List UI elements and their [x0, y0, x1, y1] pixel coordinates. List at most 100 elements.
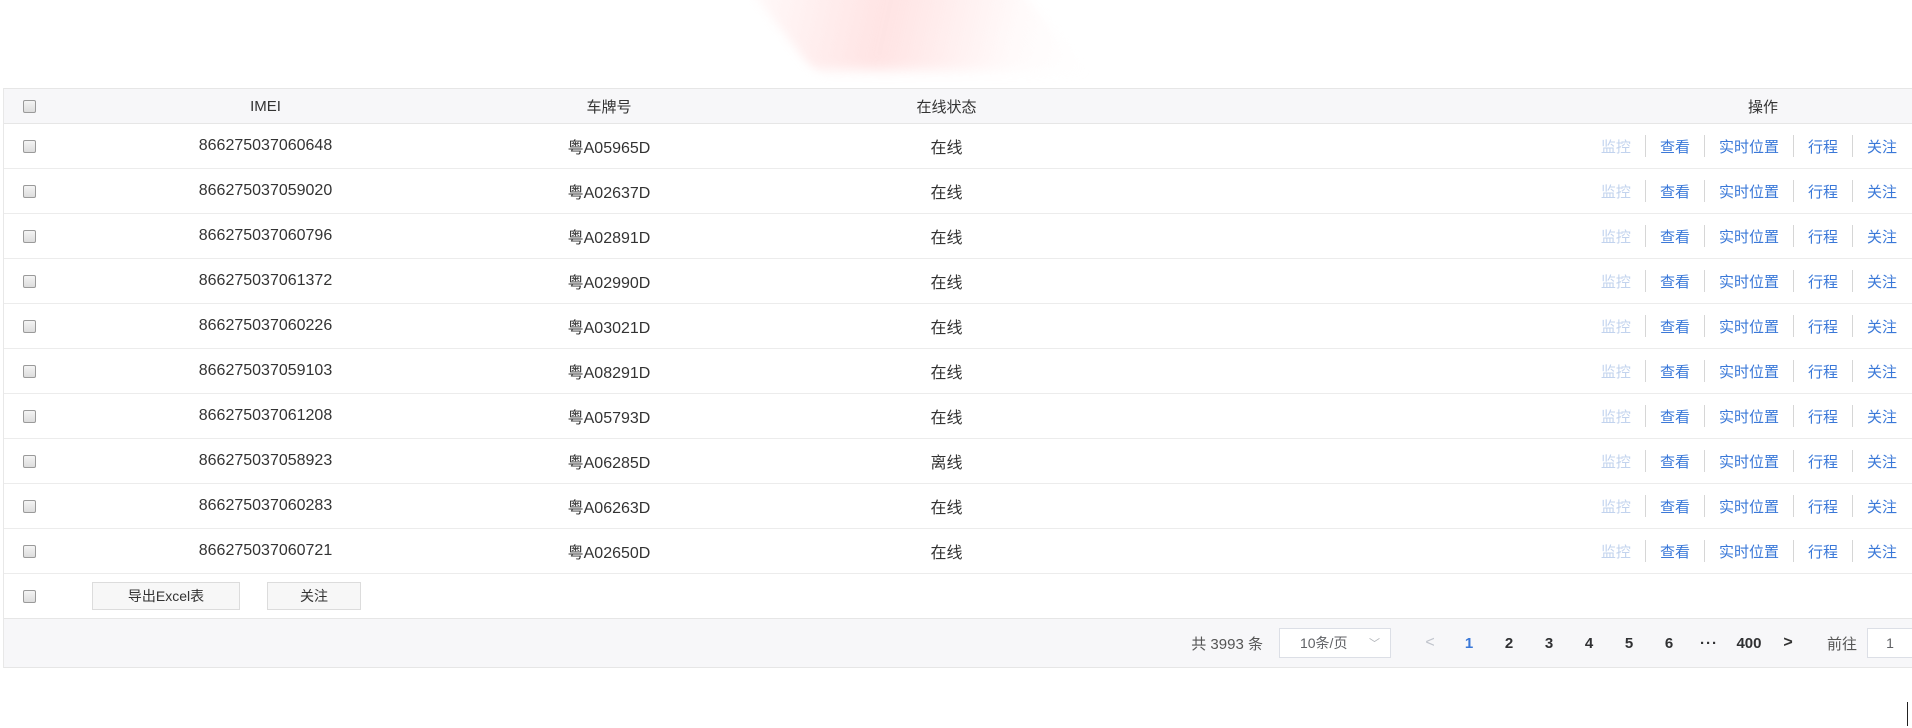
follow-link[interactable]: 关注	[1853, 136, 1901, 157]
row-checkbox[interactable]	[22, 364, 36, 378]
view-link[interactable]: 查看	[1646, 316, 1704, 337]
cell-status: 在线	[930, 320, 963, 337]
cell-imei: 866275037059103	[198, 362, 333, 379]
table-body: 866275037060648 粤A05965D 在线 监控 查看 实时位置 行程 关注 866…	[4, 124, 1912, 574]
monitor-link: 监控	[1600, 228, 1631, 246]
row-actions: 监控 查看 实时位置 行程 关注	[1587, 450, 1901, 472]
table-row: 866275037061208 粤A05793D 在线 监控 查看 实时位置 行程 关注	[4, 394, 1912, 439]
follow-link[interactable]: 关注	[1853, 451, 1901, 472]
page-number[interactable]: 2	[1489, 635, 1529, 652]
table-row: 866275037060796 粤A02891D 在线 监控 查看 实时位置 行程 关注	[4, 214, 1912, 259]
cell-imei: 866275037058923	[198, 452, 333, 469]
realtime-location-link[interactable]: 实时位置	[1705, 451, 1793, 472]
follow-link[interactable]: 关注	[1853, 181, 1901, 202]
monitor-link: 监控	[1600, 183, 1631, 201]
row-checkbox[interactable]	[22, 184, 36, 198]
trip-link[interactable]: 行程	[1794, 181, 1852, 202]
realtime-location-link[interactable]: 实时位置	[1705, 361, 1793, 382]
realtime-location-link[interactable]: 实时位置	[1705, 226, 1793, 247]
row-checkbox[interactable]	[22, 544, 36, 558]
realtime-location-link[interactable]: 实时位置	[1705, 136, 1793, 157]
follow-link[interactable]: 关注	[1853, 361, 1901, 382]
row-checkbox[interactable]	[22, 139, 36, 153]
trip-link[interactable]: 行程	[1794, 136, 1852, 157]
cell-imei: 866275037059020	[198, 182, 333, 199]
footer-select-all-checkbox[interactable]	[22, 589, 36, 603]
follow-link[interactable]: 关注	[1853, 541, 1901, 562]
realtime-location-link[interactable]: 实时位置	[1705, 316, 1793, 337]
realtime-location-link[interactable]: 实时位置	[1705, 181, 1793, 202]
page-number[interactable]: 6	[1649, 635, 1689, 652]
chevron-right-icon[interactable]: >	[1777, 634, 1799, 652]
cell-imei: 866275037061208	[198, 407, 333, 424]
follow-link[interactable]: 关注	[1853, 496, 1901, 517]
view-link[interactable]: 查看	[1646, 496, 1704, 517]
follow-button[interactable]: 关注	[267, 582, 361, 610]
trip-link[interactable]: 行程	[1794, 226, 1852, 247]
follow-link[interactable]: 关注	[1853, 226, 1901, 247]
total-count: 共 3993 条	[1191, 635, 1263, 653]
page-more[interactable]: ···	[1689, 635, 1729, 652]
table-header: IMEI 车牌号 在线状态 操作	[4, 88, 1912, 124]
background-decoration	[727, 0, 1083, 70]
cell-imei: 866275037060721	[198, 542, 333, 559]
view-link[interactable]: 查看	[1646, 451, 1704, 472]
cell-status: 在线	[930, 410, 963, 427]
follow-link[interactable]: 关注	[1853, 406, 1901, 427]
monitor-link: 监控	[1600, 498, 1631, 516]
row-checkbox[interactable]	[22, 274, 36, 288]
trip-link[interactable]: 行程	[1794, 316, 1852, 337]
trip-link[interactable]: 行程	[1794, 361, 1852, 382]
realtime-location-link[interactable]: 实时位置	[1705, 271, 1793, 292]
trip-link[interactable]: 行程	[1794, 451, 1852, 472]
export-excel-button[interactable]: 导出Excel表	[92, 582, 240, 610]
realtime-location-link[interactable]: 实时位置	[1705, 541, 1793, 562]
trip-link[interactable]: 行程	[1794, 496, 1852, 517]
trip-link[interactable]: 行程	[1794, 406, 1852, 427]
page-size-select[interactable]: 10条/页 ﹀	[1278, 628, 1391, 658]
view-link[interactable]: 查看	[1646, 271, 1704, 292]
cell-imei: 866275037060226	[198, 317, 333, 334]
monitor-link: 监控	[1600, 408, 1631, 426]
monitor-link: 监控	[1600, 363, 1631, 381]
page-number[interactable]: 400	[1729, 635, 1769, 652]
page-number[interactable]: 5	[1609, 635, 1649, 652]
pagination: 共 3993 条 10条/页 ﹀ < 1 2 3 4 5 6 ··· 400 > 前往 1	[4, 619, 1912, 668]
select-all-checkbox[interactable]	[22, 99, 36, 113]
realtime-location-link[interactable]: 实时位置	[1705, 406, 1793, 427]
monitor-link: 监控	[1600, 318, 1631, 336]
chevron-down-icon: ﹀	[1368, 638, 1380, 650]
view-link[interactable]: 查看	[1646, 541, 1704, 562]
follow-link[interactable]: 关注	[1853, 271, 1901, 292]
page-number[interactable]: 1	[1449, 635, 1489, 652]
goto-page-input[interactable]: 1	[1867, 628, 1912, 658]
follow-link[interactable]: 关注	[1853, 316, 1901, 337]
table-footer-actions: 导出Excel表 关注	[4, 574, 1912, 619]
table-row: 866275037059103 粤A08291D 在线 监控 查看 实时位置 行程 关注	[4, 349, 1912, 394]
goto-page: 前往 1	[1827, 628, 1912, 658]
monitor-link: 监控	[1600, 273, 1631, 291]
cell-plate: 粤A02990D	[567, 275, 651, 292]
view-link[interactable]: 查看	[1646, 226, 1704, 247]
row-checkbox[interactable]	[22, 409, 36, 423]
row-checkbox[interactable]	[22, 229, 36, 243]
page-number[interactable]: 4	[1569, 635, 1609, 652]
cell-plate: 粤A05793D	[567, 410, 651, 427]
row-checkbox[interactable]	[22, 499, 36, 513]
view-link[interactable]: 查看	[1646, 406, 1704, 427]
row-checkbox[interactable]	[22, 454, 36, 468]
page-number[interactable]: 3	[1529, 635, 1569, 652]
trip-link[interactable]: 行程	[1794, 271, 1852, 292]
header-ops: 操作	[1747, 98, 1778, 116]
trip-link[interactable]: 行程	[1794, 541, 1852, 562]
header-plate: 车牌号	[586, 98, 632, 116]
view-link[interactable]: 查看	[1646, 181, 1704, 202]
view-link[interactable]: 查看	[1646, 136, 1704, 157]
chevron-left-icon[interactable]: <	[1419, 634, 1441, 652]
row-checkbox[interactable]	[22, 319, 36, 333]
header-imei: IMEI	[250, 97, 281, 115]
row-actions: 监控 查看 实时位置 行程 关注	[1587, 315, 1901, 337]
view-link[interactable]: 查看	[1646, 361, 1704, 382]
realtime-location-link[interactable]: 实时位置	[1705, 496, 1793, 517]
cell-plate: 粤A03021D	[567, 320, 651, 337]
